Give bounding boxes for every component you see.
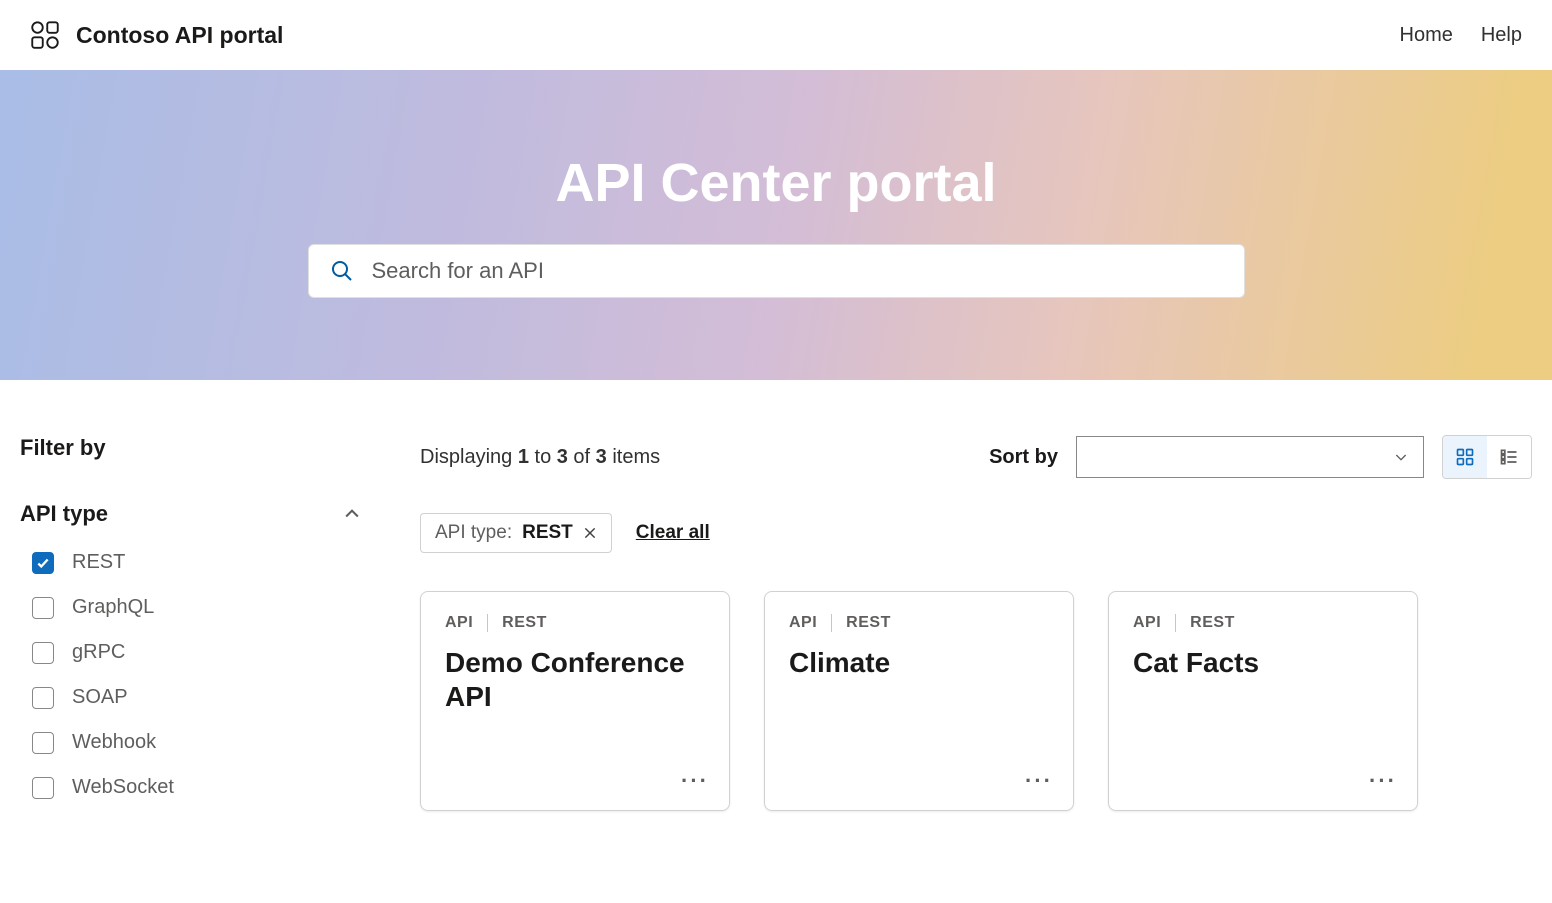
filter-option-graphql[interactable]: GraphQL — [32, 596, 380, 619]
view-toggle — [1442, 435, 1532, 479]
sort-select[interactable] — [1076, 436, 1424, 478]
grid-icon — [1455, 447, 1475, 467]
checkbox-icon — [32, 777, 54, 799]
filter-option-label: REST — [72, 551, 125, 574]
hero-banner: API Center portal — [0, 70, 1552, 380]
toolbar: Displaying 1 to 3 of 3 items Sort by — [420, 435, 1532, 479]
checkbox-icon — [32, 732, 54, 754]
more-icon[interactable]: ··· — [1025, 768, 1053, 794]
checkbox-icon — [32, 597, 54, 619]
api-card[interactable]: APIREST Cat Facts ··· — [1108, 591, 1418, 811]
checkbox-icon — [32, 642, 54, 664]
chip-label: API type: — [435, 522, 512, 544]
nav-links: Home Help — [1400, 24, 1523, 47]
checkbox-icon — [32, 687, 54, 709]
filter-option-webhook[interactable]: Webhook — [32, 731, 380, 754]
sidebar: Filter by API type REST GraphQL gRPC — [20, 435, 380, 811]
filter-option-label: GraphQL — [72, 596, 154, 619]
logo-icon — [30, 20, 60, 50]
content: Filter by API type REST GraphQL gRPC — [0, 380, 1552, 811]
brand-title: Contoso API portal — [76, 22, 283, 49]
active-filters-row: API type: REST Clear all — [420, 513, 1532, 553]
filter-option-label: WebSocket — [72, 776, 174, 799]
result-count: Displaying 1 to 3 of 3 items — [420, 446, 660, 469]
checkbox-checked-icon — [32, 552, 54, 574]
card-tags: APIREST — [1133, 614, 1393, 632]
nav-link-home[interactable]: Home — [1400, 24, 1453, 47]
filter-group-header[interactable]: API type — [20, 501, 380, 527]
search-input[interactable] — [372, 258, 1223, 284]
card-title: Climate — [789, 646, 1049, 680]
clear-all-link[interactable]: Clear all — [636, 522, 710, 544]
main: Displaying 1 to 3 of 3 items Sort by — [420, 435, 1532, 811]
filter-chip-api-type: API type: REST — [420, 513, 612, 553]
filter-option-soap[interactable]: SOAP — [32, 686, 380, 709]
filter-option-grpc[interactable]: gRPC — [32, 641, 380, 664]
more-icon[interactable]: ··· — [1369, 768, 1397, 794]
brand: Contoso API portal — [30, 20, 283, 50]
api-card[interactable]: APIREST Climate ··· — [764, 591, 1074, 811]
filter-option-label: gRPC — [72, 641, 125, 664]
filter-group-title: API type — [20, 501, 108, 527]
chevron-down-icon — [1393, 449, 1409, 465]
list-view-button[interactable] — [1487, 436, 1531, 478]
chevron-up-icon — [342, 504, 362, 524]
filter-option-websocket[interactable]: WebSocket — [32, 776, 380, 799]
grid-view-button[interactable] — [1443, 436, 1487, 478]
api-card-grid: APIREST Demo Conference API ··· APIREST … — [420, 591, 1532, 811]
filter-option-rest[interactable]: REST — [32, 551, 380, 574]
hero-title: API Center portal — [555, 152, 996, 214]
card-tags: APIREST — [789, 614, 1049, 632]
filter-option-label: SOAP — [72, 686, 128, 709]
top-nav: Contoso API portal Home Help — [0, 0, 1552, 70]
card-tags: APIREST — [445, 614, 705, 632]
sort-by-label: Sort by — [989, 446, 1058, 469]
api-card[interactable]: APIREST Demo Conference API ··· — [420, 591, 730, 811]
search-wrap — [308, 244, 1245, 298]
card-title: Cat Facts — [1133, 646, 1393, 680]
filter-by-header: Filter by — [20, 435, 380, 461]
nav-link-help[interactable]: Help — [1481, 24, 1522, 47]
card-title: Demo Conference API — [445, 646, 705, 713]
close-icon[interactable] — [583, 526, 597, 540]
list-icon — [1499, 447, 1519, 467]
search-icon — [330, 259, 354, 283]
filter-option-label: Webhook — [72, 731, 156, 754]
chip-value: REST — [522, 522, 573, 544]
filter-option-list: REST GraphQL gRPC SOAP Webhook WebSocket — [20, 551, 380, 799]
more-icon[interactable]: ··· — [681, 768, 709, 794]
toolbar-right: Sort by — [989, 435, 1532, 479]
